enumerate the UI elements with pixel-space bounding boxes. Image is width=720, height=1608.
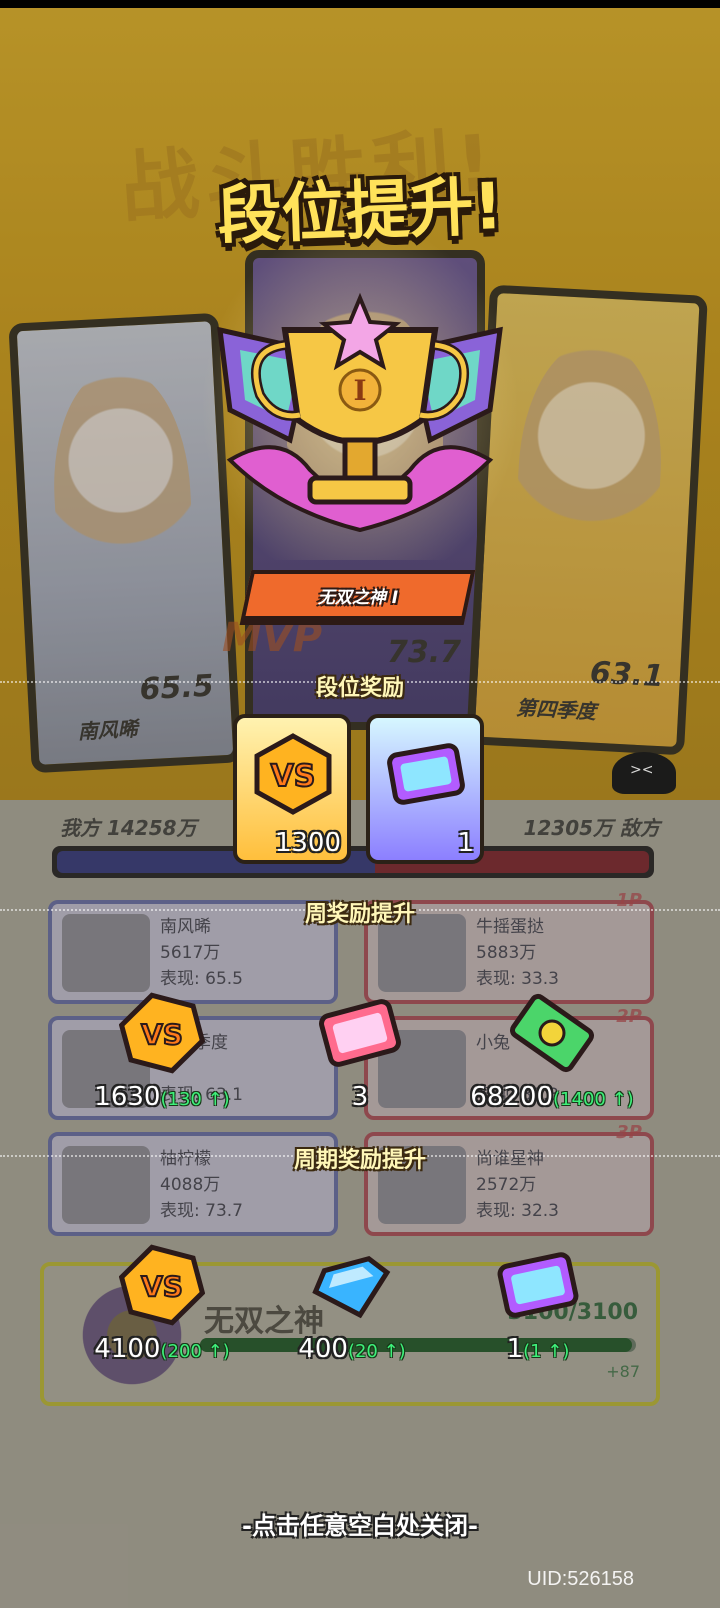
status-bar	[0, 0, 720, 8]
reward-item-vs-coin[interactable]: VS 1300	[233, 714, 351, 864]
weekly-reward-vs-coin[interactable]: VS 1630(130 ↑)	[62, 990, 262, 1130]
svg-text:VS: VS	[141, 1270, 183, 1303]
svg-text:VS: VS	[271, 759, 316, 794]
reward-increase: (200 ↑)	[160, 1341, 230, 1362]
ticket-icon	[497, 1252, 579, 1318]
vs-coin-icon: VS	[119, 1244, 205, 1326]
reward-value: 1630	[94, 1082, 161, 1112]
vs-coin-icon: VS	[254, 733, 332, 815]
trophy-numeral: I	[353, 374, 366, 407]
cash-icon	[509, 993, 595, 1073]
reward-increase: (1400 ↑)	[553, 1089, 634, 1110]
pink-ticket-icon	[319, 999, 401, 1067]
close-hint[interactable]: -点击任意空白处关闭-	[0, 1506, 720, 1541]
diamond-icon	[312, 1256, 391, 1319]
rank-name-label: 无双之神 I	[317, 587, 399, 608]
vs-coin-icon: VS	[119, 992, 205, 1074]
reward-value: 3	[351, 1082, 369, 1112]
svg-text:VS: VS	[141, 1018, 183, 1051]
reward-increase: (20 ↑)	[347, 1341, 406, 1362]
period-reward-vs-coin[interactable]: VS 4100(200 ↑)	[62, 1242, 262, 1382]
period-reward-ticket[interactable]: 1(1 ↑)	[438, 1242, 638, 1382]
period-rewards-title: 周期奖励提升	[0, 1142, 720, 1174]
period-reward-diamond[interactable]: 400(20 ↑)	[252, 1242, 452, 1382]
weekly-rewards-title: 周奖励提升	[0, 896, 720, 928]
reward-value: 400	[298, 1334, 348, 1364]
trophy-icon: I	[217, 292, 503, 533]
weekly-reward-cash[interactable]: 68200(1400 ↑)	[452, 990, 652, 1130]
weekly-reward-ticket[interactable]: 3	[260, 990, 460, 1130]
reward-value: 68200	[470, 1082, 554, 1112]
reward-count: 1	[457, 828, 474, 858]
reward-increase: (1 ↑)	[523, 1341, 570, 1362]
reward-count: 1300	[274, 828, 341, 858]
reward-value: 4100	[94, 1334, 161, 1364]
section-title-text: 周期奖励提升	[293, 1148, 426, 1173]
reward-item-ticket[interactable]: 1	[366, 714, 484, 864]
section-title-text: 周奖励提升	[304, 902, 415, 927]
user-id: UID:526158	[527, 1568, 634, 1590]
section-title-text: 段位奖励	[315, 676, 404, 701]
rank-rewards-title: 段位奖励	[0, 670, 720, 702]
ticket-icon	[387, 743, 465, 805]
rank-name-banner: 无双之神 I	[240, 570, 476, 620]
reward-value: 1	[506, 1334, 524, 1364]
reward-increase: (130 ↑)	[160, 1089, 230, 1110]
